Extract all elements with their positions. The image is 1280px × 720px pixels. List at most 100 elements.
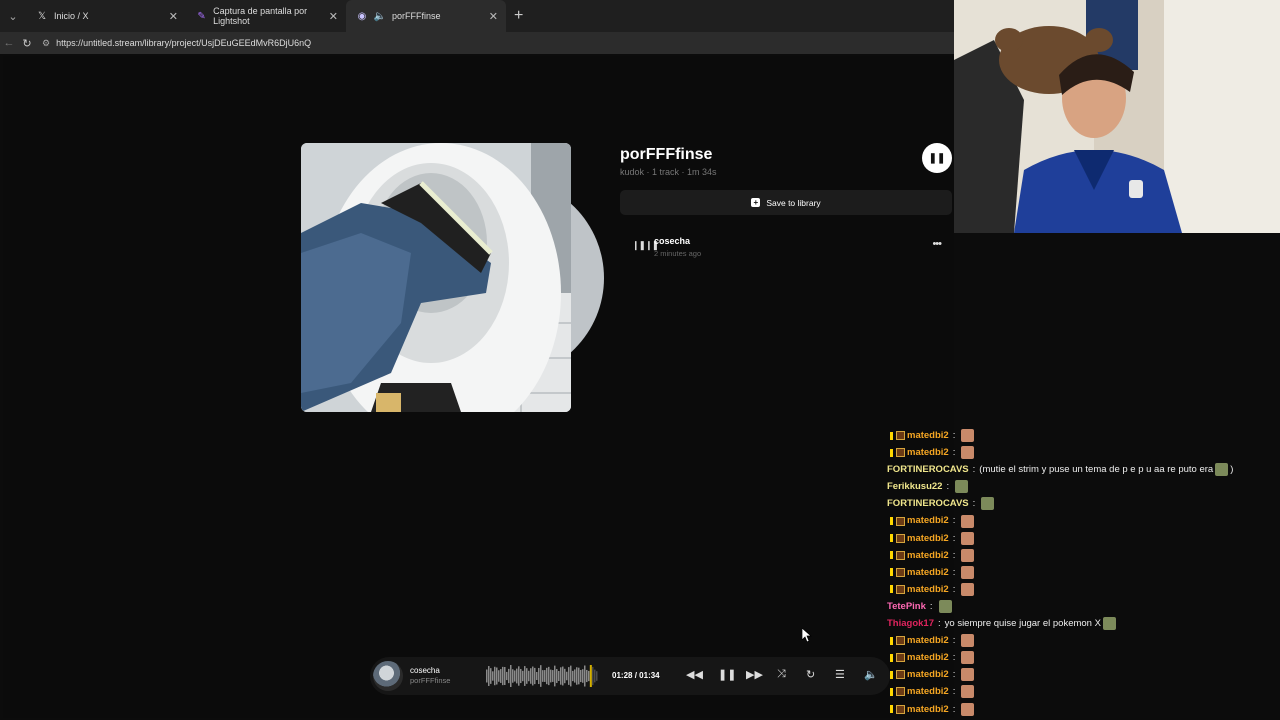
feather-icon: ✎ [197,10,206,22]
waveform-bar [582,669,584,683]
chat-username[interactable]: matedbi2 [907,683,949,700]
close-icon[interactable]: ✕ [329,10,338,23]
waveform-bar [556,669,558,683]
chat-username[interactable]: matedbi2 [907,512,949,529]
track-row[interactable]: ❙❚❙❚ cosecha 2 minutes ago ••• [630,233,945,259]
chat-message: Ferikkusu22: [887,478,1280,495]
close-icon[interactable]: ✕ [169,10,178,23]
waveform-bar [560,667,562,685]
waveform-bar [522,670,524,682]
subscriber-badge-icon [896,550,905,560]
emote-icon [961,429,975,443]
waveform-bar [552,670,554,682]
chat-username[interactable]: matedbi2 [907,632,949,649]
new-tab-plus-icon[interactable]: + [514,7,523,25]
subscriber-badge-icon [896,704,905,714]
chat-username[interactable]: matedbi2 [907,427,949,444]
x-logo-icon: 𝕏 [37,10,47,22]
url-text: https://untitled.stream/library/project/… [56,38,312,48]
chat-username[interactable]: matedbi2 [907,547,949,564]
chat-separator: : [952,430,956,441]
chat-username[interactable]: FORTINEROCAVS [887,461,969,478]
chat-separator: : [952,566,956,578]
tab-lightshot[interactable]: ✎ Captura de pantalla por Lightshot ✕ [186,0,346,32]
repeat-icon[interactable]: ↻ [806,668,815,681]
queue-icon[interactable]: ☰ [835,668,845,681]
chat-username[interactable]: matedbi2 [907,701,949,718]
subscriber-badge-icon [896,567,905,577]
emote-icon [961,685,975,699]
tab-list-chevron-icon[interactable]: ⌄ [0,0,26,32]
subscriber-badge-icon [896,653,905,663]
pause-button[interactable]: ❚❚ [922,143,952,173]
chat-message: matedbi2: [887,701,1280,718]
subscriber-badge-icon [896,533,905,543]
waveform-bar [586,669,588,683]
chat-username[interactable]: Ferikkusu22 [887,478,942,495]
more-options-icon[interactable]: ••• [932,238,942,250]
waveform-bar [538,667,540,685]
site-info-icon[interactable]: ⚙ [42,38,50,49]
waveform-bar [544,670,546,682]
waveform-bar [546,667,548,685]
chat-username[interactable]: TetePink [887,598,926,615]
fast-forward-icon[interactable]: ▶▶ [746,668,763,681]
chat-text: (mutie el strim y puse un tema de p e p … [979,464,1214,476]
player-track-artist: porFFFfinse [410,676,451,685]
chat-username[interactable]: matedbi2 [907,444,949,461]
chat-separator: : [929,600,933,612]
cover-image [301,143,571,412]
waveform-bar [594,669,596,683]
bits-badge-icon [890,670,893,679]
waveform-bar [588,670,590,682]
emote-icon [961,548,975,562]
emote-icon [961,651,975,665]
chat-username[interactable]: matedbi2 [907,649,949,666]
chat-username[interactable]: Thiagok17 [887,615,934,632]
chat-username[interactable]: matedbi2 [907,581,949,598]
chat-username[interactable]: matedbi2 [907,564,949,581]
waveform-bar [574,669,576,683]
speaker-icon[interactable]: 🔈 [374,10,386,22]
close-icon[interactable]: ✕ [489,10,498,23]
subscriber-badge-icon [896,636,905,646]
track-thumbnail [373,661,403,691]
pause-icon[interactable]: ❚❚ [718,668,736,681]
bits-badge-icon [890,705,893,714]
waveform-bar [524,666,526,686]
chat-username[interactable]: matedbi2 [907,666,949,683]
chat-separator: : [952,532,956,544]
waveform-bar [536,671,538,681]
tab-porfffinse[interactable]: ◉ 🔈 porFFFfinse ✕ [346,0,506,32]
reload-icon[interactable]: ↻ [18,37,36,50]
emote-icon [955,480,969,494]
webcam-overlay [954,0,1280,233]
chat-username[interactable]: FORTINEROCAVS [887,495,969,512]
waveform-bar [550,669,552,683]
tab-inicio-x[interactable]: 𝕏 Inicio / X ✕ [26,0,186,32]
emote-icon [938,599,952,613]
site-logo-icon: ◉ [357,10,367,22]
waveform-bar [490,668,492,684]
emote-icon [1102,617,1116,631]
chat-separator: : [952,703,956,715]
bits-badge-icon [890,431,893,440]
time-separator: / [634,671,637,680]
volume-icon[interactable]: 🔈 [864,668,878,681]
chat-text: yo siempre quise jugar el pokemon X [944,618,1101,630]
back-arrow-icon[interactable]: ← [0,37,18,49]
subscriber-badge-icon [896,516,905,526]
webcam-image [954,0,1280,233]
chat-message: matedbi2: [887,564,1280,581]
rewind-icon[interactable]: ◀◀ [686,668,703,681]
bits-badge-icon [890,517,893,526]
chat-message: Thiagok17: yo siempre quise jugar el poke… [887,615,1280,632]
save-to-library-button[interactable]: + Save to library [620,190,952,215]
chat-username[interactable]: matedbi2 [907,530,949,547]
url-field[interactable]: ⚙ https://untitled.stream/library/projec… [42,38,311,49]
waveform-bar [596,671,598,681]
waveform-scrubber[interactable] [486,665,598,687]
shuffle-icon[interactable]: ⤨ [777,668,786,681]
album-cover [301,143,571,412]
playhead[interactable] [589,665,592,687]
